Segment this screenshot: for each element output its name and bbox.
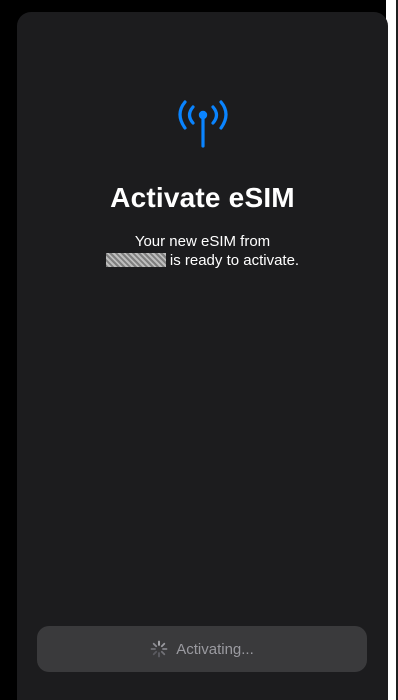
subtitle-line-2: is ready to activate. xyxy=(17,251,388,270)
redacted-carrier-name xyxy=(105,253,166,267)
spinner-icon xyxy=(150,640,168,658)
activating-button[interactable]: Activating... xyxy=(37,626,367,672)
subtitle-line-1: Your new eSIM from xyxy=(134,233,271,250)
subtitle: Your new eSIM from is ready to activate. xyxy=(17,232,388,270)
subtitle-line-2-text: is ready to activate. xyxy=(169,252,300,269)
antenna-signal-icon xyxy=(178,100,228,148)
page-title: Activate eSIM xyxy=(110,182,295,213)
activation-sheet: Activate eSIM Your new eSIM from is read… xyxy=(17,12,388,700)
activating-label: Activating... xyxy=(176,640,254,658)
